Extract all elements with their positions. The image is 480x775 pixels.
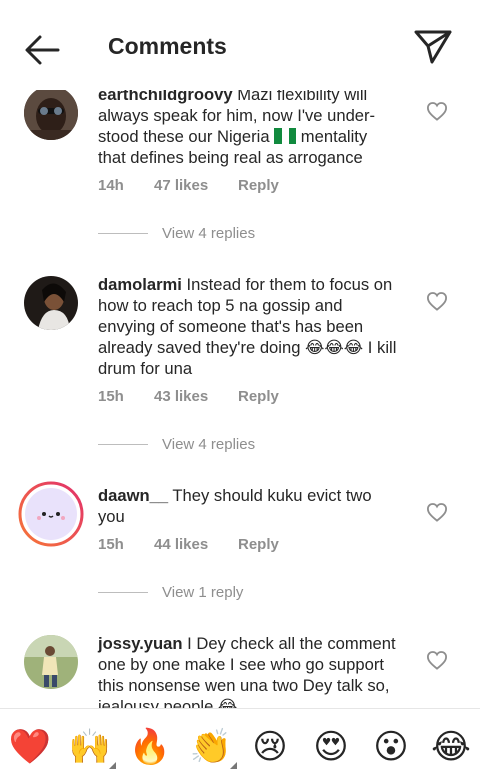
like-heart-icon[interactable] [426, 650, 448, 670]
header: Comments [0, 0, 480, 90]
comment-username[interactable]: damolarmi [98, 275, 182, 294]
reply-button[interactable]: Reply [238, 388, 279, 405]
comment-likes[interactable]: 44 likes [154, 536, 238, 553]
view-replies-button[interactable]: View 4 replies [98, 434, 255, 454]
raising-hands-emoji-button[interactable]: 🙌 [68, 725, 116, 769]
tears-of-joy-emoji-button[interactable]: 😂 [429, 725, 473, 769]
fire-emoji-button[interactable]: 🔥 [128, 725, 172, 769]
comment-text: jossy.yuan I Dey check all the comment o… [98, 634, 396, 708]
nigeria-flag-icon [274, 128, 297, 144]
divider [98, 443, 148, 445]
send-direct-icon[interactable] [410, 26, 454, 66]
comment-text: damolarmi Instead for them to focus on h… [98, 275, 397, 378]
like-heart-icon[interactable] [426, 502, 448, 522]
comment-text: daawn__ They should kuku evict two you [98, 486, 372, 526]
comment-meta: 14h 47 likes Reply [98, 177, 279, 194]
back-arrow-icon[interactable] [22, 32, 62, 68]
open-mouth-emoji-button[interactable]: 😮 [369, 725, 413, 769]
skin-tone-indicator [109, 762, 116, 769]
comment-text: earthchildgroovy Mazi flexibility will a… [98, 85, 376, 167]
avatar[interactable] [24, 86, 78, 140]
like-heart-icon[interactable] [426, 101, 448, 121]
reply-button[interactable]: Reply [238, 177, 279, 194]
page-title: Comments [108, 33, 227, 59]
like-heart-icon[interactable] [426, 291, 448, 311]
comment-time: 15h [98, 536, 124, 553]
clapping-hands-emoji-button[interactable]: 👏 [189, 725, 237, 769]
red-heart-emoji-button[interactable]: ❤️ [8, 725, 52, 769]
view-replies-button[interactable]: View 1 reply [98, 582, 243, 602]
divider [98, 591, 148, 593]
story-ring-avatar[interactable] [18, 481, 84, 547]
comment-username[interactable]: jossy.yuan [98, 634, 183, 653]
comment-likes[interactable]: 43 likes [154, 388, 238, 405]
comment-time: 15h [98, 388, 124, 405]
avatar[interactable] [24, 276, 78, 330]
skin-tone-indicator [230, 762, 237, 769]
emoji-quick-bar: ❤️ 🙌 🔥 👏 😢 😍 😮 😂 [0, 708, 480, 775]
comment-meta: 15h 44 likes Reply [98, 536, 279, 553]
comment-likes[interactable]: 47 likes [154, 177, 238, 194]
avatar[interactable] [24, 635, 78, 689]
comment-time: 14h [98, 177, 124, 194]
view-replies-button[interactable]: View 4 replies [98, 223, 255, 243]
heart-eyes-emoji-button[interactable]: 😍 [309, 725, 353, 769]
crying-face-emoji-button[interactable]: 😢 [248, 725, 292, 769]
comments-list[interactable]: earthchildgroovy Mazi flexibility will a… [0, 0, 480, 708]
comment-username[interactable]: daawn__ [98, 486, 168, 505]
reply-button[interactable]: Reply [238, 536, 279, 553]
comment-meta: 15h 43 likes Reply [98, 388, 279, 405]
divider [98, 232, 148, 234]
